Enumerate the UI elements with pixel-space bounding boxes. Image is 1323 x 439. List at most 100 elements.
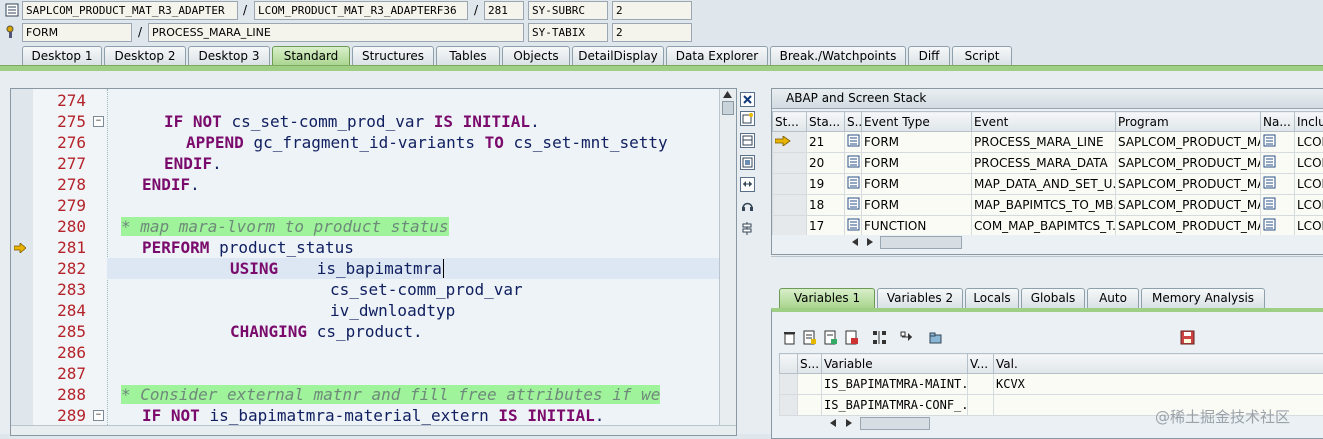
row-selector-cell[interactable] xyxy=(780,395,798,416)
hierarchy-icon[interactable] xyxy=(872,330,887,345)
code-line[interactable]: 284iv_dwnloadtyp xyxy=(11,300,736,321)
scroll-up-icon[interactable] xyxy=(723,91,732,98)
stack-program-cell[interactable]: SAPLCOM_PRODUCT_MA... xyxy=(1116,195,1261,216)
delete-icon[interactable] xyxy=(782,330,797,345)
row-selector-cell[interactable] xyxy=(780,374,798,395)
headset-icon[interactable] xyxy=(740,199,755,214)
stack-column-header[interactable]: Program xyxy=(1116,112,1261,132)
maximize-icon[interactable] xyxy=(740,155,755,170)
stack-program-cell[interactable]: SAPLCOM_PRODUCT_MA... xyxy=(1116,132,1261,153)
close-icon[interactable] xyxy=(740,92,755,107)
variables-column-header[interactable]: V... xyxy=(968,354,994,374)
stack-level-cell[interactable]: 21 xyxy=(807,132,845,153)
scroll-left-icon[interactable] xyxy=(852,238,858,246)
stack-source-cell[interactable] xyxy=(845,195,862,216)
stack-status-cell[interactable] xyxy=(773,132,807,153)
stack-scroll-thumb[interactable] xyxy=(880,236,962,249)
stack-level-cell[interactable]: 20 xyxy=(807,153,845,174)
code-line[interactable]: 278ENDIF. xyxy=(11,174,736,195)
tab-desktop-3[interactable]: Desktop 3 xyxy=(188,46,270,66)
sysfield-1-value[interactable]: 2 xyxy=(612,1,692,20)
stack-status-cell[interactable] xyxy=(773,174,807,195)
code-line[interactable]: 287 xyxy=(11,363,736,384)
stack-row[interactable]: 20FORMPROCESS_MARA_DATASAPLCOM_PRODUCT_M… xyxy=(773,153,1323,174)
variable-name-cell[interactable]: IS_BAPIMATMRA-MAINT... xyxy=(822,374,968,395)
code-line[interactable]: 276APPEND gc_fragment_id-variants TO cs_… xyxy=(11,132,736,153)
code-line[interactable]: 288* Consider external matnr and fill fr… xyxy=(11,384,736,405)
source-code-editor[interactable]: 274275−IF NOT cs_set-comm_prod_var IS IN… xyxy=(10,88,737,436)
variable-row[interactable]: IS_BAPIMATMRA-MAINT... KCVX xyxy=(780,374,1323,395)
folder-icon[interactable] xyxy=(928,330,943,345)
stack-program-cell[interactable]: SAPLCOM_PRODUCT_MA... xyxy=(1116,153,1261,174)
include-name-field[interactable]: LCOM_PRODUCT_MAT_R3_ADAPTERF36 xyxy=(254,1,468,20)
scroll-right-icon[interactable] xyxy=(867,238,873,246)
event-type-field[interactable]: FORM xyxy=(22,23,132,42)
stack-column-header[interactable]: St... xyxy=(773,112,807,132)
fold-toggle-icon[interactable]: − xyxy=(93,116,104,127)
line-number-field[interactable]: 281 xyxy=(484,1,524,20)
stack-include-cell[interactable]: LCOM xyxy=(1295,174,1323,195)
scroll-left-icon[interactable] xyxy=(830,419,836,427)
stack-column-header[interactable]: Event xyxy=(972,112,1116,132)
stack-event-type-cell[interactable]: FORM xyxy=(862,132,972,153)
stack-include-cell[interactable]: LCOM xyxy=(1295,153,1323,174)
tab-objects[interactable]: Objects xyxy=(502,46,570,66)
new-window-icon[interactable] xyxy=(740,111,755,126)
tab-globals[interactable]: Globals xyxy=(1021,288,1085,308)
stack-status-cell[interactable] xyxy=(773,153,807,174)
details-icon[interactable] xyxy=(802,330,817,345)
stack-column-header[interactable]: Na... xyxy=(1261,112,1295,132)
stack-column-header[interactable]: Event Type xyxy=(862,112,972,132)
stack-program-cell[interactable]: SAPLCOM_PRODUCT_MA... xyxy=(1116,174,1261,195)
variable-value-cell[interactable]: KCVX xyxy=(994,374,1323,395)
event-name-field[interactable]: PROCESS_MARA_LINE xyxy=(148,23,524,42)
tab-tables[interactable]: Tables xyxy=(436,46,500,66)
settings-icon[interactable] xyxy=(740,221,755,236)
sysfield-2-value[interactable]: 2 xyxy=(612,23,692,42)
stack-navigate-cell[interactable] xyxy=(1261,132,1295,153)
stack-source-cell[interactable] xyxy=(845,132,862,153)
stack-row[interactable]: 18FORMMAP_BAPIMTCS_TO_MB...SAPLCOM_PRODU… xyxy=(773,195,1323,216)
load-icon[interactable] xyxy=(823,330,838,345)
tab-structures[interactable]: Structures xyxy=(352,46,434,66)
tab-script[interactable]: Script xyxy=(952,46,1012,66)
stack-include-cell[interactable]: LCOM xyxy=(1295,195,1323,216)
tab-desktop-2[interactable]: Desktop 2 xyxy=(104,46,186,66)
stack-navigate-cell[interactable] xyxy=(1261,153,1295,174)
stack-event-cell[interactable]: MAP_BAPIMTCS_TO_MB... xyxy=(972,195,1116,216)
save-variables-icon[interactable] xyxy=(844,330,859,345)
stack-column-header[interactable]: Inclu xyxy=(1295,112,1323,132)
tab-detaildisplay[interactable]: DetailDisplay xyxy=(572,46,664,66)
tab-desktop-1[interactable]: Desktop 1 xyxy=(22,46,102,66)
tab-variables-2[interactable]: Variables 2 xyxy=(877,288,963,308)
stack-source-cell[interactable] xyxy=(845,174,862,195)
transfer-icon[interactable] xyxy=(900,330,915,345)
scroll-right-icon[interactable] xyxy=(846,419,852,427)
stack-status-cell[interactable] xyxy=(773,195,807,216)
code-line[interactable]: 275−IF NOT cs_set-comm_prod_var IS INITI… xyxy=(11,111,736,132)
fold-toggle-icon[interactable]: − xyxy=(93,410,104,421)
variables-column-header[interactable]: Val. xyxy=(994,354,1323,374)
editor-vertical-scrollbar[interactable] xyxy=(719,89,736,435)
sysfield-1-name[interactable]: SY-SUBRC xyxy=(528,1,608,20)
scroll-thumb[interactable] xyxy=(722,101,734,115)
variable-v-cell[interactable] xyxy=(968,395,994,416)
stack-level-cell[interactable]: 18 xyxy=(807,195,845,216)
variables-column-header[interactable]: Variable xyxy=(822,354,968,374)
layout-icon[interactable] xyxy=(740,133,755,148)
stack-row[interactable]: 21FORMPROCESS_MARA_LINESAPLCOM_PRODUCT_M… xyxy=(773,132,1323,153)
swap-icon[interactable] xyxy=(740,177,755,192)
code-line[interactable]: 279 xyxy=(11,195,736,216)
code-line[interactable]: 289−IF NOT is_bapimatmra-material_extern… xyxy=(11,405,736,426)
stack-navigate-cell[interactable] xyxy=(1261,174,1295,195)
tab-breakpoints[interactable]: Break./Watchpoints xyxy=(770,46,906,66)
tab-auto[interactable]: Auto xyxy=(1087,288,1139,308)
variable-name-cell[interactable]: IS_BAPIMATMRA-CONF_... xyxy=(822,395,968,416)
stack-event-cell[interactable]: MAP_DATA_AND_SET_U... xyxy=(972,174,1116,195)
tab-locals[interactable]: Locals xyxy=(965,288,1019,308)
code-line[interactable]: 286 xyxy=(11,342,736,363)
stack-event-type-cell[interactable]: FORM xyxy=(862,174,972,195)
program-name-field[interactable]: SAPLCOM_PRODUCT_MAT_R3_ADAPTER xyxy=(22,1,238,20)
tab-variables-1[interactable]: Variables 1 xyxy=(779,288,875,308)
code-line[interactable]: 274 xyxy=(11,90,736,111)
